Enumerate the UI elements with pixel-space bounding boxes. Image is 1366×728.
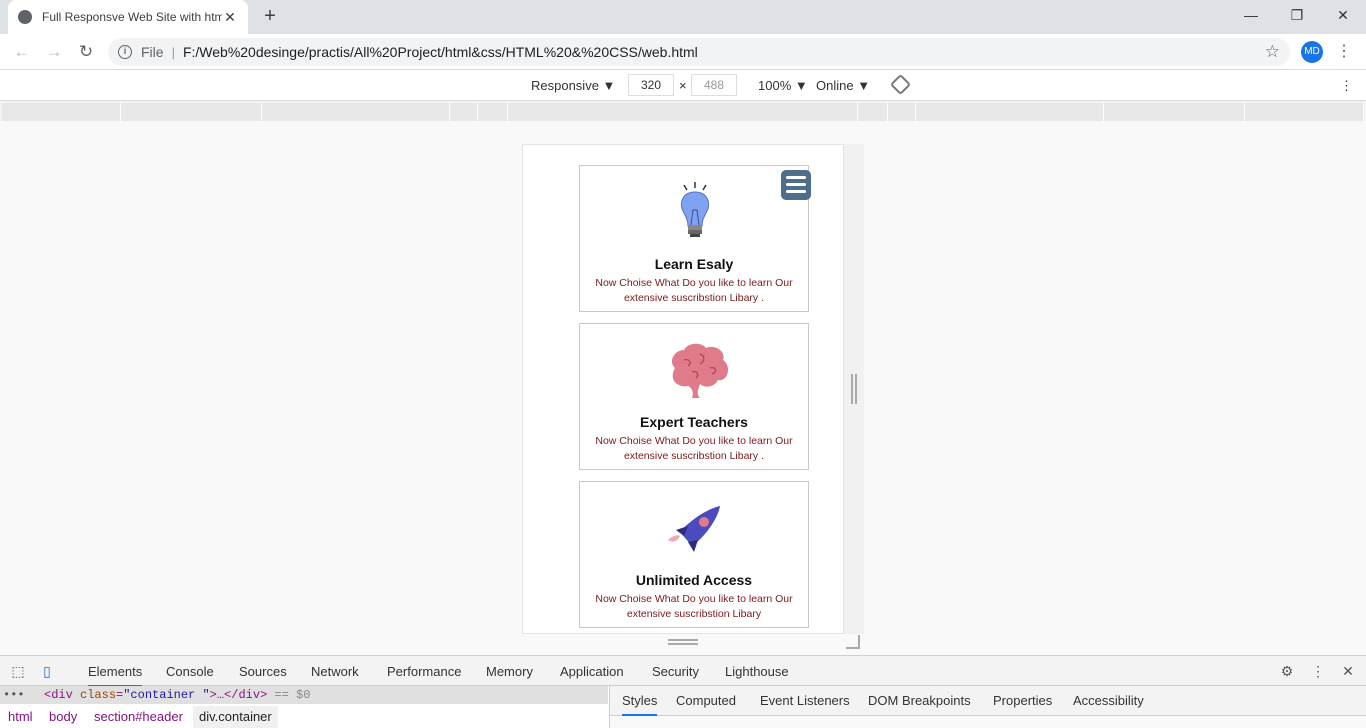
breadcrumb-item[interactable]: div.container <box>193 706 278 728</box>
rocket-icon <box>668 506 720 552</box>
device-toolbar-more-icon[interactable]: ⋮ <box>1340 78 1353 94</box>
url-text[interactable]: F:/Web%20desinge/practis/All%20Project/h… <box>183 44 698 60</box>
tab-computed[interactable]: Computed <box>676 693 736 708</box>
viewport-width-input[interactable]: 320 <box>628 74 674 96</box>
media-query-segment[interactable] <box>1245 103 1364 121</box>
globe-icon <box>18 10 32 24</box>
device-toolbar: Responsive ▼ 320 × 488 100% ▼ Online ▼ ⋮ <box>0 70 1366 101</box>
node-close: >…</div> <box>209 688 268 702</box>
node-attr-value: "container " <box>123 688 210 702</box>
address-bar[interactable]: i File | F:/Web%20desinge/practis/All%20… <box>108 38 1290 66</box>
browser-tab[interactable]: Full Responsve Web Site with htm ✕ <box>8 0 248 34</box>
feature-card: Expert Teachers Now Choise What Do you l… <box>579 323 809 470</box>
browser-menu-icon[interactable]: ⋮ <box>1336 41 1352 61</box>
card-text: Now Choise What Do you like to learn Our… <box>595 277 793 304</box>
media-query-segment[interactable] <box>1104 103 1245 121</box>
media-query-segment[interactable] <box>888 103 916 121</box>
media-query-segment[interactable] <box>2 103 121 121</box>
card-text: Now Choise What Do you like to learn Our… <box>595 593 793 620</box>
address-separator: | <box>171 44 175 60</box>
styles-pane-tabbar: Styles Computed Event Listeners DOM Brea… <box>610 686 1366 716</box>
devtools-menu-icon[interactable]: ⋮ <box>1309 662 1327 680</box>
card-text: Now Choise What Do you like to learn Our… <box>595 435 793 462</box>
close-devtools-icon[interactable]: ✕ <box>1339 662 1357 680</box>
tab-console[interactable]: Console <box>166 664 214 679</box>
card-title: Unlimited Access <box>635 572 753 588</box>
tab-strip: Full Responsve Web Site with htm ✕ + — ❐… <box>0 0 1366 34</box>
browser-toolbar: ← → ↻ i File | F:/Web%20desinge/practis/… <box>0 34 1366 70</box>
tab-security[interactable]: Security <box>652 664 699 679</box>
maximize-button[interactable]: ❐ <box>1274 0 1320 30</box>
minimize-button[interactable]: — <box>1228 0 1274 30</box>
tab-title: Full Responsve Web Site with htm <box>42 10 222 24</box>
resize-width-handle[interactable] <box>851 374 857 404</box>
device-viewport: Learn Esaly Now Choise What Do you like … <box>522 144 844 634</box>
tab-properties[interactable]: Properties <box>993 693 1052 708</box>
tab-lighthouse[interactable]: Lighthouse <box>725 664 789 679</box>
device-canvas: Learn Esaly Now Choise What Do you like … <box>0 121 1366 655</box>
hamburger-menu-icon[interactable] <box>781 170 811 200</box>
media-query-segment[interactable] <box>262 103 450 121</box>
tab-memory[interactable]: Memory <box>486 664 533 679</box>
inspect-element-icon[interactable]: ⬚ <box>9 662 27 680</box>
breadcrumb-item[interactable]: html <box>8 706 33 728</box>
tab-styles[interactable]: Styles <box>622 693 658 716</box>
device-mode-select[interactable]: Responsive ▼ <box>531 78 615 93</box>
tab-elements[interactable]: Elements <box>88 664 143 687</box>
feature-card: Unlimited Access Now Choise What Do you … <box>579 481 809 628</box>
node-attr-name: class <box>80 688 117 702</box>
close-tab-icon[interactable]: ✕ <box>222 9 238 26</box>
media-query-segment[interactable] <box>121 103 262 121</box>
brain-icon <box>671 343 729 398</box>
breadcrumb: html body section#header div.container <box>0 706 608 728</box>
node-tag: <div <box>44 688 73 702</box>
tab-dom-breakpoints[interactable]: DOM Breakpoints <box>868 693 971 708</box>
feature-card: Learn Esaly Now Choise What Do you like … <box>579 165 809 312</box>
card-title: Expert Teachers <box>640 414 748 430</box>
devtools-tabbar: ⬚ ▯ Elements Console Sources Network Per… <box>0 655 1366 687</box>
reload-button[interactable]: ↻ <box>74 40 98 64</box>
tab-network[interactable]: Network <box>311 664 359 679</box>
new-tab-button[interactable]: + <box>258 4 282 28</box>
settings-gear-icon[interactable]: ⚙ <box>1278 662 1296 680</box>
media-query-segment[interactable] <box>916 103 1104 121</box>
resize-corner-handle[interactable] <box>846 635 860 649</box>
rotate-icon[interactable] <box>889 73 912 96</box>
card-title: Learn Esaly <box>654 256 734 272</box>
node-selected-marker: == $0 <box>274 688 311 702</box>
media-query-segment[interactable] <box>478 103 508 121</box>
zoom-select[interactable]: 100% ▼ <box>758 78 808 93</box>
tab-accessibility[interactable]: Accessibility <box>1073 693 1144 708</box>
file-label: File <box>141 44 164 60</box>
close-window-button[interactable]: ✕ <box>1320 0 1366 30</box>
lightbulb-icon <box>680 182 710 237</box>
dimension-times: × <box>679 78 687 93</box>
more-icon[interactable]: ••• <box>3 686 25 704</box>
profile-avatar[interactable]: MD <box>1301 41 1323 63</box>
breadcrumb-item[interactable]: section#header <box>94 706 183 728</box>
site-info-icon[interactable]: i <box>118 45 132 59</box>
tab-event-listeners[interactable]: Event Listeners <box>760 693 850 708</box>
back-button[interactable]: ← <box>10 40 34 64</box>
resize-height-handle[interactable] <box>668 639 698 645</box>
tab-performance[interactable]: Performance <box>387 664 461 679</box>
device-toolbar-toggle-icon[interactable]: ▯ <box>38 662 56 680</box>
media-query-segment[interactable] <box>858 103 888 121</box>
elements-panel: ••• <div class="container ">…</div> == $… <box>0 686 610 728</box>
tab-sources[interactable]: Sources <box>239 664 287 679</box>
media-query-bar <box>0 101 1366 121</box>
selected-dom-node[interactable]: ••• <div class="container ">…</div> == $… <box>0 686 608 704</box>
forward-button[interactable]: → <box>42 40 66 64</box>
media-query-segment[interactable] <box>450 103 478 121</box>
media-query-segment[interactable] <box>508 103 858 121</box>
tab-application[interactable]: Application <box>560 664 624 679</box>
breadcrumb-item[interactable]: body <box>49 706 77 728</box>
network-throttle-select[interactable]: Online ▼ <box>816 78 870 93</box>
viewport-height-input[interactable]: 488 <box>691 74 737 96</box>
bookmark-star-icon[interactable]: ☆ <box>1265 42 1280 62</box>
